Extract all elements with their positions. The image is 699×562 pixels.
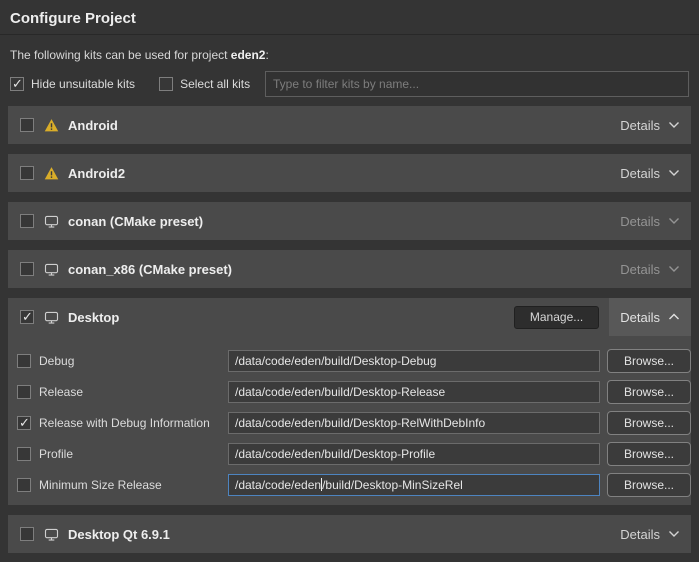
kit-checkbox[interactable] (20, 262, 34, 276)
hide-unsuitable-kits-label[interactable]: Hide unsuitable kits (31, 77, 135, 91)
kit-row-conan: conan (CMake preset) Details (8, 202, 691, 240)
build-dir-input-focused[interactable]: /data/code/eden/build/Desktop-MinSizeRel (228, 474, 600, 496)
chevron-down-icon (668, 530, 680, 538)
kit-row-android2: Android2 Details (8, 154, 691, 192)
desktop-icon (44, 527, 59, 542)
config-label: Minimum Size Release (39, 478, 228, 492)
build-dir-input[interactable]: /data/code/eden/build/Desktop-Profile (228, 443, 600, 465)
kit-row-android: Android Details (8, 106, 691, 144)
config-row-debug: Debug /data/code/eden/build/Desktop-Debu… (17, 350, 691, 372)
filter-bar: Hide unsuitable kits Select all kits (10, 71, 689, 97)
config-checkbox[interactable] (17, 478, 31, 492)
config-label: Release (39, 385, 228, 399)
kit-checkbox[interactable] (20, 527, 34, 541)
title-divider (0, 34, 699, 35)
kit-name: Android2 (68, 166, 125, 181)
browse-button[interactable]: Browse... (607, 442, 691, 466)
desktop-kit-details: Debug /data/code/eden/build/Desktop-Debu… (8, 336, 691, 505)
chevron-up-icon (668, 313, 680, 321)
build-dir-input[interactable]: /data/code/eden/build/Desktop-Release (228, 381, 600, 403)
warning-icon (44, 166, 59, 181)
subtitle: The following kits can be used for proje… (10, 48, 689, 62)
kit-checkbox[interactable] (20, 118, 34, 132)
kit-row-desktop: Desktop Manage... Details (8, 298, 691, 336)
build-dir-input[interactable]: /data/code/eden/build/Desktop-Debug (228, 350, 600, 372)
config-row-minsizerel: Minimum Size Release /data/code/eden/bui… (17, 474, 691, 496)
details-toggle[interactable]: Details (609, 250, 691, 288)
config-row-release: Release /data/code/eden/build/Desktop-Re… (17, 381, 691, 403)
build-dir-input[interactable]: /data/code/eden/build/Desktop-RelWithDeb… (228, 412, 600, 434)
desktop-icon (44, 214, 59, 229)
desktop-icon (44, 262, 59, 277)
config-checkbox[interactable] (17, 447, 31, 461)
kit-name: Desktop (68, 310, 119, 325)
kit-name: Desktop Qt 6.9.1 (68, 527, 170, 542)
subtitle-text: The following kits can be used for proje… (10, 48, 231, 62)
browse-button[interactable]: Browse... (607, 349, 691, 373)
desktop-icon (44, 310, 59, 325)
config-label: Profile (39, 447, 228, 461)
kit-group-desktop: Desktop Manage... Details Debug /data/co… (8, 298, 691, 505)
project-name: eden2 (231, 48, 266, 62)
details-toggle[interactable]: Details (609, 298, 691, 336)
kit-name: conan (CMake preset) (68, 214, 203, 229)
config-row-relwithdebinfo: Release with Debug Information /data/cod… (17, 412, 691, 434)
kit-row-desktop-qt: Desktop Qt 6.9.1 Details (8, 515, 691, 553)
details-toggle[interactable]: Details (609, 106, 691, 144)
kit-filter-input[interactable] (265, 71, 689, 97)
kit-name: Android (68, 118, 118, 133)
details-toggle[interactable]: Details (609, 154, 691, 192)
config-checkbox[interactable] (17, 354, 31, 368)
browse-button[interactable]: Browse... (607, 473, 691, 497)
config-checkbox[interactable] (17, 416, 31, 430)
kit-checkbox[interactable] (20, 310, 34, 324)
browse-button[interactable]: Browse... (607, 411, 691, 435)
warning-icon (44, 118, 59, 133)
details-toggle[interactable]: Details (609, 515, 691, 553)
select-all-kits-label[interactable]: Select all kits (180, 77, 250, 91)
manage-button[interactable]: Manage... (514, 306, 599, 329)
details-toggle[interactable]: Details (609, 202, 691, 240)
config-label: Release with Debug Information (39, 416, 228, 430)
kit-name: conan_x86 (CMake preset) (68, 262, 232, 277)
chevron-down-icon (668, 121, 680, 129)
config-checkbox[interactable] (17, 385, 31, 399)
kit-checkbox[interactable] (20, 166, 34, 180)
page-title: Configure Project (0, 0, 699, 34)
browse-button[interactable]: Browse... (607, 380, 691, 404)
kit-checkbox[interactable] (20, 214, 34, 228)
config-row-profile: Profile /data/code/eden/build/Desktop-Pr… (17, 443, 691, 465)
chevron-down-icon (668, 217, 680, 225)
kit-row-conan-x86: conan_x86 (CMake preset) Details (8, 250, 691, 288)
chevron-down-icon (668, 169, 680, 177)
config-label: Debug (39, 354, 228, 368)
chevron-down-icon (668, 265, 680, 273)
select-all-kits-checkbox[interactable] (159, 77, 173, 91)
hide-unsuitable-kits-checkbox[interactable] (10, 77, 24, 91)
